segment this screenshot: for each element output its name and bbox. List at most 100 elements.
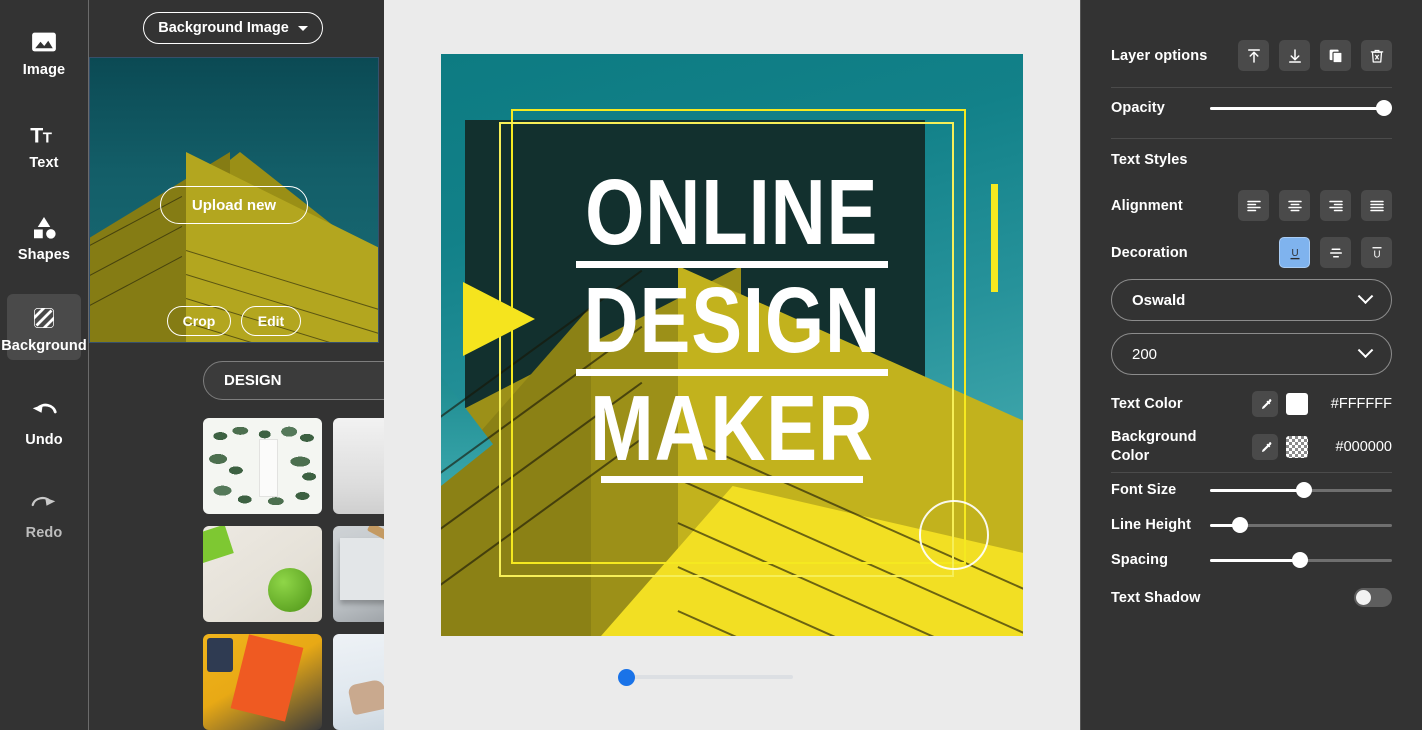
tool-item-redo[interactable]: Redo [7, 481, 81, 548]
overline-button[interactable]: U [1361, 237, 1392, 268]
headline-word: DESIGN [583, 267, 881, 372]
delete-layer-button[interactable] [1361, 40, 1392, 71]
line-height-row: Line Height [1111, 517, 1392, 533]
thumbnail-item[interactable] [333, 526, 384, 622]
text-color-row: Text Color #FFFFFF [1111, 391, 1392, 417]
thumbnail-item[interactable] [203, 526, 322, 622]
line-height-label: Line Height [1111, 517, 1192, 533]
crop-label: Crop [182, 313, 216, 329]
toggle-knob [1356, 590, 1371, 605]
panel-divider [1111, 472, 1392, 473]
font-size-slider[interactable] [1210, 482, 1392, 498]
opacity-label: Opacity [1111, 100, 1165, 116]
tool-item-label: Redo [25, 524, 63, 541]
decoration-row: Decoration U U [1111, 237, 1392, 268]
canvas-zoom-slider[interactable] [618, 669, 793, 686]
align-left-button[interactable] [1238, 190, 1269, 221]
send-to-back-button[interactable] [1279, 40, 1310, 71]
edit-label: Edit [257, 313, 285, 329]
slider-handle[interactable] [1292, 552, 1308, 568]
tool-item-background[interactable]: Background [1, 293, 87, 360]
thumbnail-item[interactable] [333, 634, 384, 730]
thumbnail-item[interactable] [333, 418, 384, 514]
opacity-row: Opacity [1111, 100, 1392, 116]
upload-new-button[interactable]: Upload new [160, 186, 308, 224]
background-color-row: Background Color #000000 [1111, 428, 1392, 466]
font-family-select[interactable]: Oswald [1111, 279, 1392, 321]
background-icon [29, 303, 59, 333]
zoom-slider-handle[interactable] [618, 669, 635, 686]
tool-item-label: Undo [25, 432, 63, 448]
undo-icon [29, 397, 59, 427]
background-color-swatch[interactable] [1286, 436, 1308, 459]
layer-options-row: Layer options [1111, 40, 1392, 71]
background-color-hex: #000000 [1335, 439, 1392, 456]
headline-line: MAKER [441, 375, 1023, 480]
edit-button[interactable]: Edit [241, 306, 301, 336]
design-canvas[interactable]: ONLINE DESIGN MAKER [441, 54, 1023, 636]
headline-line: ONLINE [441, 166, 1023, 259]
underline-button[interactable]: U [1279, 237, 1310, 268]
chevron-down-icon [297, 25, 308, 31]
opacity-slider[interactable] [1210, 100, 1392, 116]
layer-options-buttons [1238, 40, 1392, 71]
align-right-button[interactable] [1320, 190, 1351, 221]
bring-to-front-button[interactable] [1238, 40, 1269, 71]
decoration-label: Decoration [1111, 244, 1188, 261]
tool-item-undo[interactable]: Undo [7, 388, 81, 455]
decoration-buttons: U U [1279, 237, 1392, 268]
search-input[interactable] [203, 361, 384, 400]
design-editor-app: Image T T Text Shapes Background Undo Re… [0, 0, 1422, 730]
redo-icon [29, 490, 59, 520]
alignment-row: Alignment [1111, 190, 1392, 221]
text-shadow-row: Text Shadow [1111, 588, 1392, 607]
layer-options-label: Layer options [1111, 47, 1208, 64]
slider-handle[interactable] [1296, 482, 1312, 498]
background-preview[interactable]: Upload new Crop Edit [89, 57, 379, 343]
font-weight-select[interactable]: 200 [1111, 333, 1392, 375]
upload-new-label: Upload new [191, 196, 277, 214]
font-size-row: Font Size [1111, 482, 1392, 498]
canvas-headline-text[interactable]: ONLINE DESIGN MAKER [441, 166, 1023, 495]
tool-item-shapes[interactable]: Shapes [7, 203, 81, 270]
background-type-dropdown[interactable]: Background Image [143, 12, 323, 44]
background-color-label-line2: Color [1111, 448, 1150, 465]
line-height-slider[interactable] [1210, 517, 1392, 533]
tool-item-image[interactable]: Image [7, 18, 81, 85]
text-shadow-label: Text Shadow [1111, 589, 1201, 606]
eyedropper-icon[interactable] [1252, 434, 1278, 461]
slider-handle[interactable] [1232, 517, 1248, 533]
thumbnail-item[interactable] [203, 634, 322, 730]
alignment-label: Alignment [1111, 197, 1183, 214]
background-type-label: Background Image [158, 20, 289, 36]
canvas-circle-shape [919, 500, 989, 570]
svg-text:T: T [43, 129, 52, 146]
background-color-controls: #000000 [1252, 434, 1392, 461]
text-color-controls: #FFFFFF [1252, 391, 1392, 417]
align-justify-button[interactable] [1361, 190, 1392, 221]
slider-handle[interactable] [1376, 100, 1392, 116]
chevron-down-icon [1357, 341, 1374, 358]
text-color-label: Text Color [1111, 396, 1183, 412]
duplicate-layer-button[interactable] [1320, 40, 1351, 71]
slider-fill [1210, 488, 1304, 492]
slider-fill [1210, 106, 1386, 110]
text-color-swatch[interactable] [1286, 393, 1308, 415]
preview-upload-area: Upload new [160, 186, 308, 224]
slider-fill [1210, 558, 1300, 562]
alignment-buttons [1238, 190, 1392, 221]
crop-button[interactable]: Crop [167, 306, 231, 336]
tool-item-text[interactable]: T T Text [7, 111, 81, 178]
text-shadow-toggle[interactable] [1354, 588, 1392, 607]
thumbnail-item[interactable] [203, 418, 322, 514]
background-panel: Background Image Upload new Crop Edit DE… [89, 0, 384, 730]
align-center-button[interactable] [1279, 190, 1310, 221]
strikethrough-button[interactable] [1320, 237, 1351, 268]
preview-edit-actions: Crop Edit [167, 306, 301, 336]
background-color-label: Background Color [1111, 428, 1197, 466]
zoom-slider-track [625, 675, 793, 679]
headline-word: MAKER [590, 375, 874, 480]
spacing-slider[interactable] [1210, 552, 1392, 568]
eyedropper-icon[interactable] [1252, 391, 1278, 417]
tool-item-label: Text [29, 154, 59, 171]
